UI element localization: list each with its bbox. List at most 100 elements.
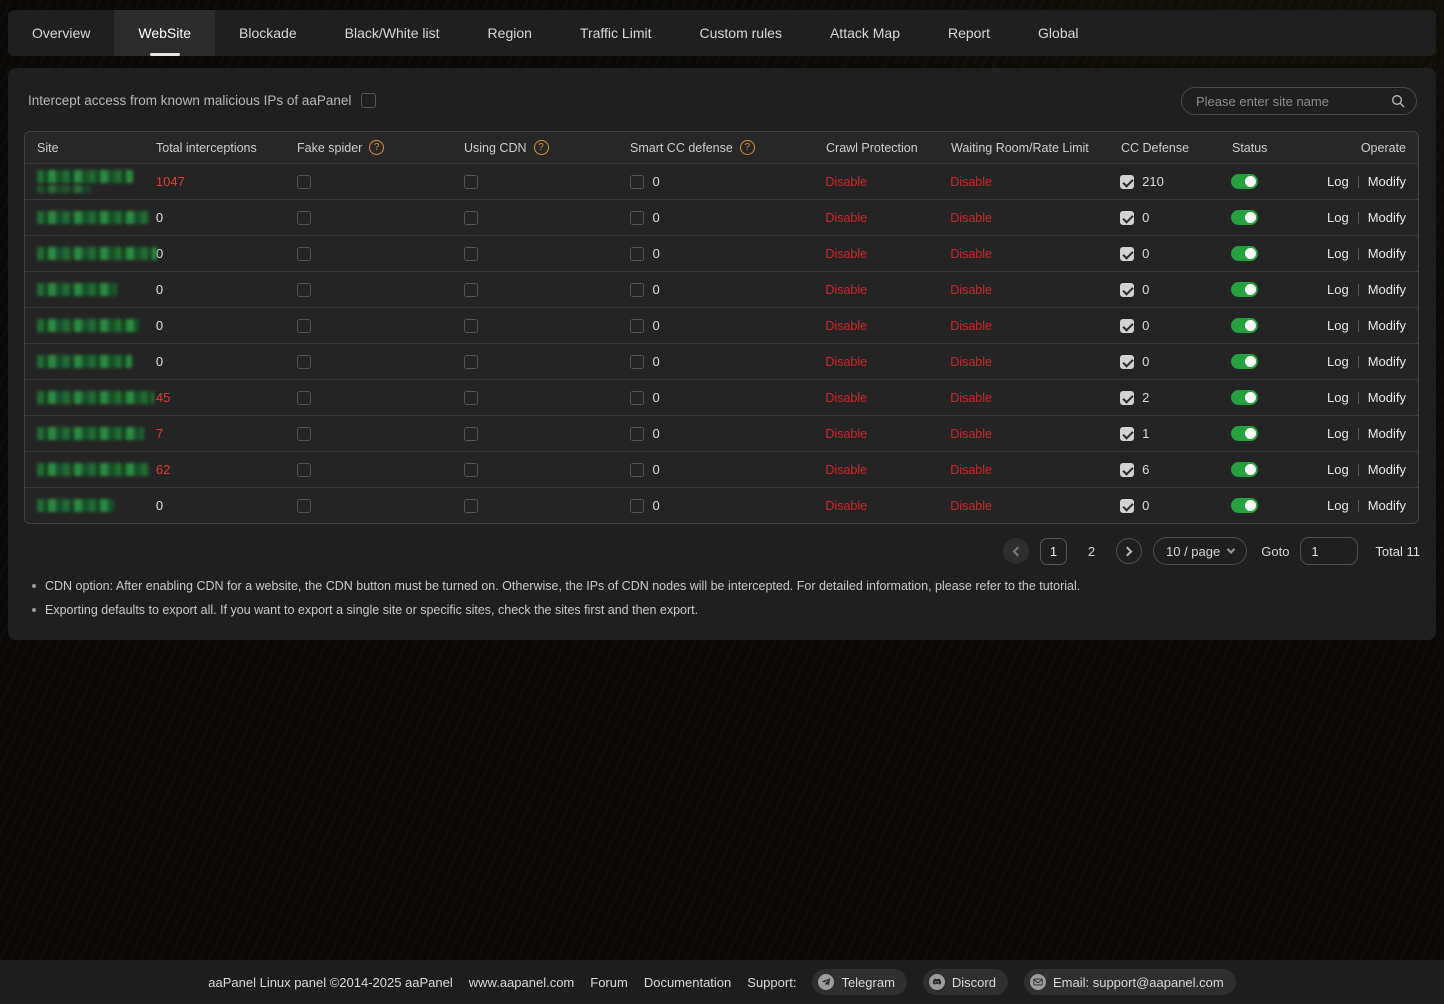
- fake-spider-checkbox[interactable]: [297, 391, 311, 405]
- modify-link[interactable]: Modify: [1368, 318, 1406, 333]
- waiting-room-link[interactable]: Disable: [950, 391, 992, 405]
- modify-link[interactable]: Modify: [1368, 354, 1406, 369]
- crawl-protection-link[interactable]: Disable: [825, 247, 867, 261]
- log-link[interactable]: Log: [1327, 390, 1349, 405]
- help-icon[interactable]: [534, 140, 549, 155]
- prev-page-button[interactable]: [1003, 538, 1029, 564]
- status-toggle[interactable]: [1231, 282, 1258, 297]
- crawl-protection-link[interactable]: Disable: [825, 319, 867, 333]
- status-toggle[interactable]: [1231, 390, 1258, 405]
- smart-cc-checkbox[interactable]: [630, 319, 644, 333]
- modify-link[interactable]: Modify: [1368, 174, 1406, 189]
- cc-defense-checkbox[interactable]: [1120, 211, 1134, 225]
- status-toggle[interactable]: [1231, 426, 1258, 441]
- cc-defense-checkbox[interactable]: [1120, 247, 1134, 261]
- using-cdn-checkbox[interactable]: [464, 499, 478, 513]
- tab-report[interactable]: Report: [924, 10, 1014, 56]
- status-toggle[interactable]: [1231, 210, 1258, 225]
- fake-spider-checkbox[interactable]: [297, 175, 311, 189]
- log-link[interactable]: Log: [1327, 462, 1349, 477]
- email-button[interactable]: Email: support@aapanel.com: [1024, 969, 1236, 995]
- smart-cc-checkbox[interactable]: [630, 283, 644, 297]
- fake-spider-checkbox[interactable]: [297, 319, 311, 333]
- cc-defense-checkbox[interactable]: [1120, 319, 1134, 333]
- waiting-room-link[interactable]: Disable: [950, 355, 992, 369]
- using-cdn-checkbox[interactable]: [464, 391, 478, 405]
- site-search-input[interactable]: [1196, 94, 1390, 109]
- fake-spider-checkbox[interactable]: [297, 463, 311, 477]
- smart-cc-checkbox[interactable]: [630, 427, 644, 441]
- status-toggle[interactable]: [1231, 462, 1258, 477]
- fake-spider-checkbox[interactable]: [297, 211, 311, 225]
- crawl-protection-link[interactable]: Disable: [825, 283, 867, 297]
- tab-black-white-list[interactable]: Black/White list: [321, 10, 464, 56]
- smart-cc-checkbox[interactable]: [630, 355, 644, 369]
- forum-link[interactable]: Forum: [590, 975, 628, 990]
- smart-cc-checkbox[interactable]: [630, 211, 644, 225]
- documentation-link[interactable]: Documentation: [644, 975, 731, 990]
- waiting-room-link[interactable]: Disable: [950, 463, 992, 477]
- cc-defense-checkbox[interactable]: [1120, 355, 1134, 369]
- cc-defense-checkbox[interactable]: [1120, 499, 1134, 513]
- tab-blockade[interactable]: Blockade: [215, 10, 321, 56]
- crawl-protection-link[interactable]: Disable: [825, 355, 867, 369]
- waiting-room-link[interactable]: Disable: [950, 319, 992, 333]
- cc-defense-checkbox[interactable]: [1120, 427, 1134, 441]
- using-cdn-checkbox[interactable]: [464, 427, 478, 441]
- waiting-room-link[interactable]: Disable: [950, 211, 992, 225]
- smart-cc-checkbox[interactable]: [630, 499, 644, 513]
- tab-attack-map[interactable]: Attack Map: [806, 10, 924, 56]
- fake-spider-checkbox[interactable]: [297, 499, 311, 513]
- status-toggle[interactable]: [1231, 246, 1258, 261]
- crawl-protection-link[interactable]: Disable: [825, 391, 867, 405]
- telegram-button[interactable]: Telegram: [812, 969, 906, 995]
- page-size-select[interactable]: 10 / page: [1153, 537, 1247, 565]
- tab-custom-rules[interactable]: Custom rules: [676, 10, 806, 56]
- modify-link[interactable]: Modify: [1368, 498, 1406, 513]
- help-icon[interactable]: [369, 140, 384, 155]
- using-cdn-checkbox[interactable]: [464, 211, 478, 225]
- using-cdn-checkbox[interactable]: [464, 175, 478, 189]
- waiting-room-link[interactable]: Disable: [950, 427, 992, 441]
- log-link[interactable]: Log: [1327, 498, 1349, 513]
- waiting-room-link[interactable]: Disable: [950, 247, 992, 261]
- goto-page-input[interactable]: [1300, 537, 1358, 565]
- log-link[interactable]: Log: [1327, 318, 1349, 333]
- log-link[interactable]: Log: [1327, 354, 1349, 369]
- tab-region[interactable]: Region: [464, 10, 556, 56]
- smart-cc-checkbox[interactable]: [630, 391, 644, 405]
- page-button-1[interactable]: 1: [1040, 538, 1067, 565]
- log-link[interactable]: Log: [1327, 174, 1349, 189]
- website-link[interactable]: www.aapanel.com: [469, 975, 575, 990]
- waiting-room-link[interactable]: Disable: [950, 283, 992, 297]
- next-page-button[interactable]: [1116, 538, 1142, 564]
- modify-link[interactable]: Modify: [1368, 426, 1406, 441]
- log-link[interactable]: Log: [1327, 426, 1349, 441]
- help-icon[interactable]: [740, 140, 755, 155]
- using-cdn-checkbox[interactable]: [464, 283, 478, 297]
- fake-spider-checkbox[interactable]: [297, 247, 311, 261]
- tab-overview[interactable]: Overview: [8, 10, 114, 56]
- fake-spider-checkbox[interactable]: [297, 355, 311, 369]
- crawl-protection-link[interactable]: Disable: [825, 175, 867, 189]
- crawl-protection-link[interactable]: Disable: [825, 211, 867, 225]
- tab-global[interactable]: Global: [1014, 10, 1102, 56]
- cc-defense-checkbox[interactable]: [1120, 463, 1134, 477]
- search-icon[interactable]: [1390, 93, 1406, 109]
- intercept-option-checkbox[interactable]: [361, 93, 376, 108]
- using-cdn-checkbox[interactable]: [464, 319, 478, 333]
- status-toggle[interactable]: [1231, 318, 1258, 333]
- using-cdn-checkbox[interactable]: [464, 355, 478, 369]
- crawl-protection-link[interactable]: Disable: [825, 463, 867, 477]
- smart-cc-checkbox[interactable]: [630, 175, 644, 189]
- log-link[interactable]: Log: [1327, 246, 1349, 261]
- fake-spider-checkbox[interactable]: [297, 427, 311, 441]
- status-toggle[interactable]: [1231, 498, 1258, 513]
- log-link[interactable]: Log: [1327, 282, 1349, 297]
- modify-link[interactable]: Modify: [1368, 210, 1406, 225]
- smart-cc-checkbox[interactable]: [630, 463, 644, 477]
- cc-defense-checkbox[interactable]: [1120, 283, 1134, 297]
- cc-defense-checkbox[interactable]: [1120, 391, 1134, 405]
- cc-defense-checkbox[interactable]: [1120, 175, 1134, 189]
- crawl-protection-link[interactable]: Disable: [825, 427, 867, 441]
